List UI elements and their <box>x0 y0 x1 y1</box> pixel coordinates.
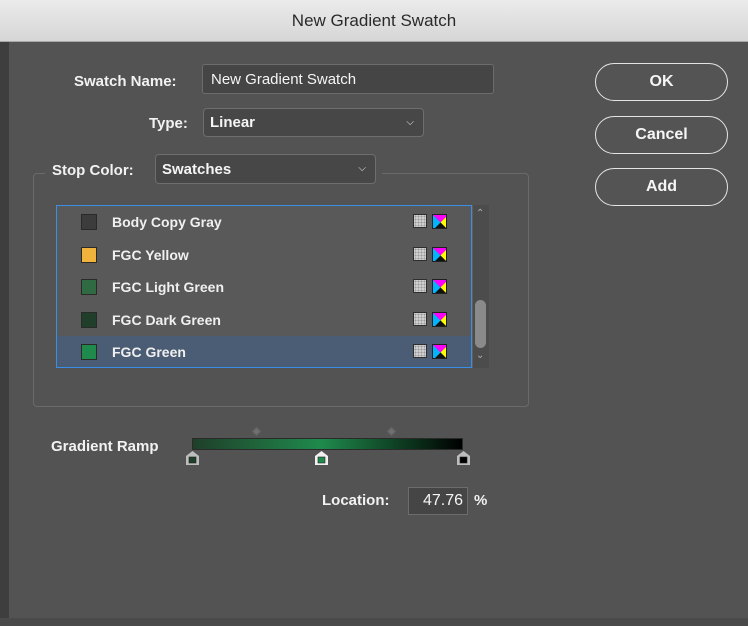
process-color-icon <box>413 344 427 358</box>
gradient-midpoint-handle[interactable] <box>386 426 397 437</box>
swatch-name: FGC Dark Green <box>112 311 221 328</box>
swatch-name-label: Swatch Name: <box>74 73 177 90</box>
swatch-row[interactable]: Body Copy Gray <box>57 206 471 238</box>
location-label: Location: <box>322 492 390 509</box>
gradient-midpoint-handle[interactable] <box>251 426 262 437</box>
stop-color-label: Stop Color: <box>52 162 134 179</box>
swatch-name: Body Copy Gray <box>112 214 222 230</box>
cmyk-icon <box>432 344 447 359</box>
new-gradient-swatch-dialog: New Gradient Swatch Swatch Name: New Gra… <box>0 0 748 626</box>
gradient-stop-handle[interactable] <box>457 451 470 465</box>
swatch-name-input[interactable]: New Gradient Swatch <box>202 64 494 94</box>
swatch-row[interactable]: FGC Yellow <box>57 239 471 271</box>
location-input[interactable]: 47.76 <box>408 487 468 515</box>
swatch-row[interactable]: FGC Dark Green <box>57 304 471 336</box>
process-color-icon <box>413 311 427 326</box>
gradient-stop-handle[interactable] <box>186 451 199 465</box>
type-label: Type: <box>149 115 188 132</box>
location-unit: % <box>474 492 488 509</box>
gradient-ramp-fill <box>193 439 462 449</box>
gradient-ramp[interactable] <box>192 438 463 450</box>
swatch-color-chip <box>81 311 97 328</box>
stop-color-select[interactable]: Swatches ⌵ <box>155 154 376 184</box>
title-bar: New Gradient Swatch <box>0 0 748 42</box>
ok-button[interactable]: OK <box>595 63 728 101</box>
swatch-name: FGC Yellow <box>112 246 189 263</box>
gradient-ramp-label: Gradient Ramp <box>51 438 159 455</box>
cmyk-icon <box>432 246 447 262</box>
chevron-down-icon: ⌵ <box>358 162 366 174</box>
swatch-row[interactable]: FGC Light Green <box>57 271 471 303</box>
swatch-name: FGC Green <box>112 344 186 360</box>
type-value: Linear <box>210 114 256 131</box>
swatch-color-chip <box>81 246 97 263</box>
cmyk-icon <box>432 311 447 327</box>
swatch-color-chip <box>81 214 97 230</box>
left-edge <box>0 42 9 626</box>
cmyk-icon <box>432 279 447 294</box>
add-button-label: Add <box>645 178 678 195</box>
scrollbar-thumb[interactable] <box>475 300 486 348</box>
process-color-icon <box>413 246 427 261</box>
swatch-list[interactable]: Body Copy Gray FGC Yellow FGC Light Green F… <box>56 205 472 368</box>
window-title: New Gradient Swatch <box>291 10 457 30</box>
bottom-edge <box>0 618 748 626</box>
process-color-icon <box>413 279 427 293</box>
cmyk-icon <box>432 214 447 229</box>
chevron-down-icon[interactable]: ⌄ <box>476 350 484 361</box>
location-value: 47.76 <box>422 492 463 509</box>
swatch-name: FGC Light Green <box>112 279 224 295</box>
process-color-icon <box>413 214 427 228</box>
cancel-button[interactable]: Cancel <box>595 116 728 154</box>
swatch-color-chip <box>81 279 97 295</box>
type-select[interactable]: Linear ⌵ <box>203 108 424 137</box>
chevron-up-icon[interactable]: ⌃ <box>476 208 484 219</box>
stop-color-value: Swatches <box>162 160 232 178</box>
cancel-button-label: Cancel <box>635 126 688 143</box>
chevron-down-icon: ⌵ <box>406 116 414 128</box>
swatch-color-chip <box>81 344 97 360</box>
swatch-name-value: New Gradient Swatch <box>211 70 357 88</box>
gradient-stop-handle[interactable] <box>315 451 329 465</box>
ok-button-label: OK <box>649 73 674 90</box>
swatch-row[interactable]: FGC Green <box>57 336 471 367</box>
add-button[interactable]: Add <box>595 168 728 206</box>
